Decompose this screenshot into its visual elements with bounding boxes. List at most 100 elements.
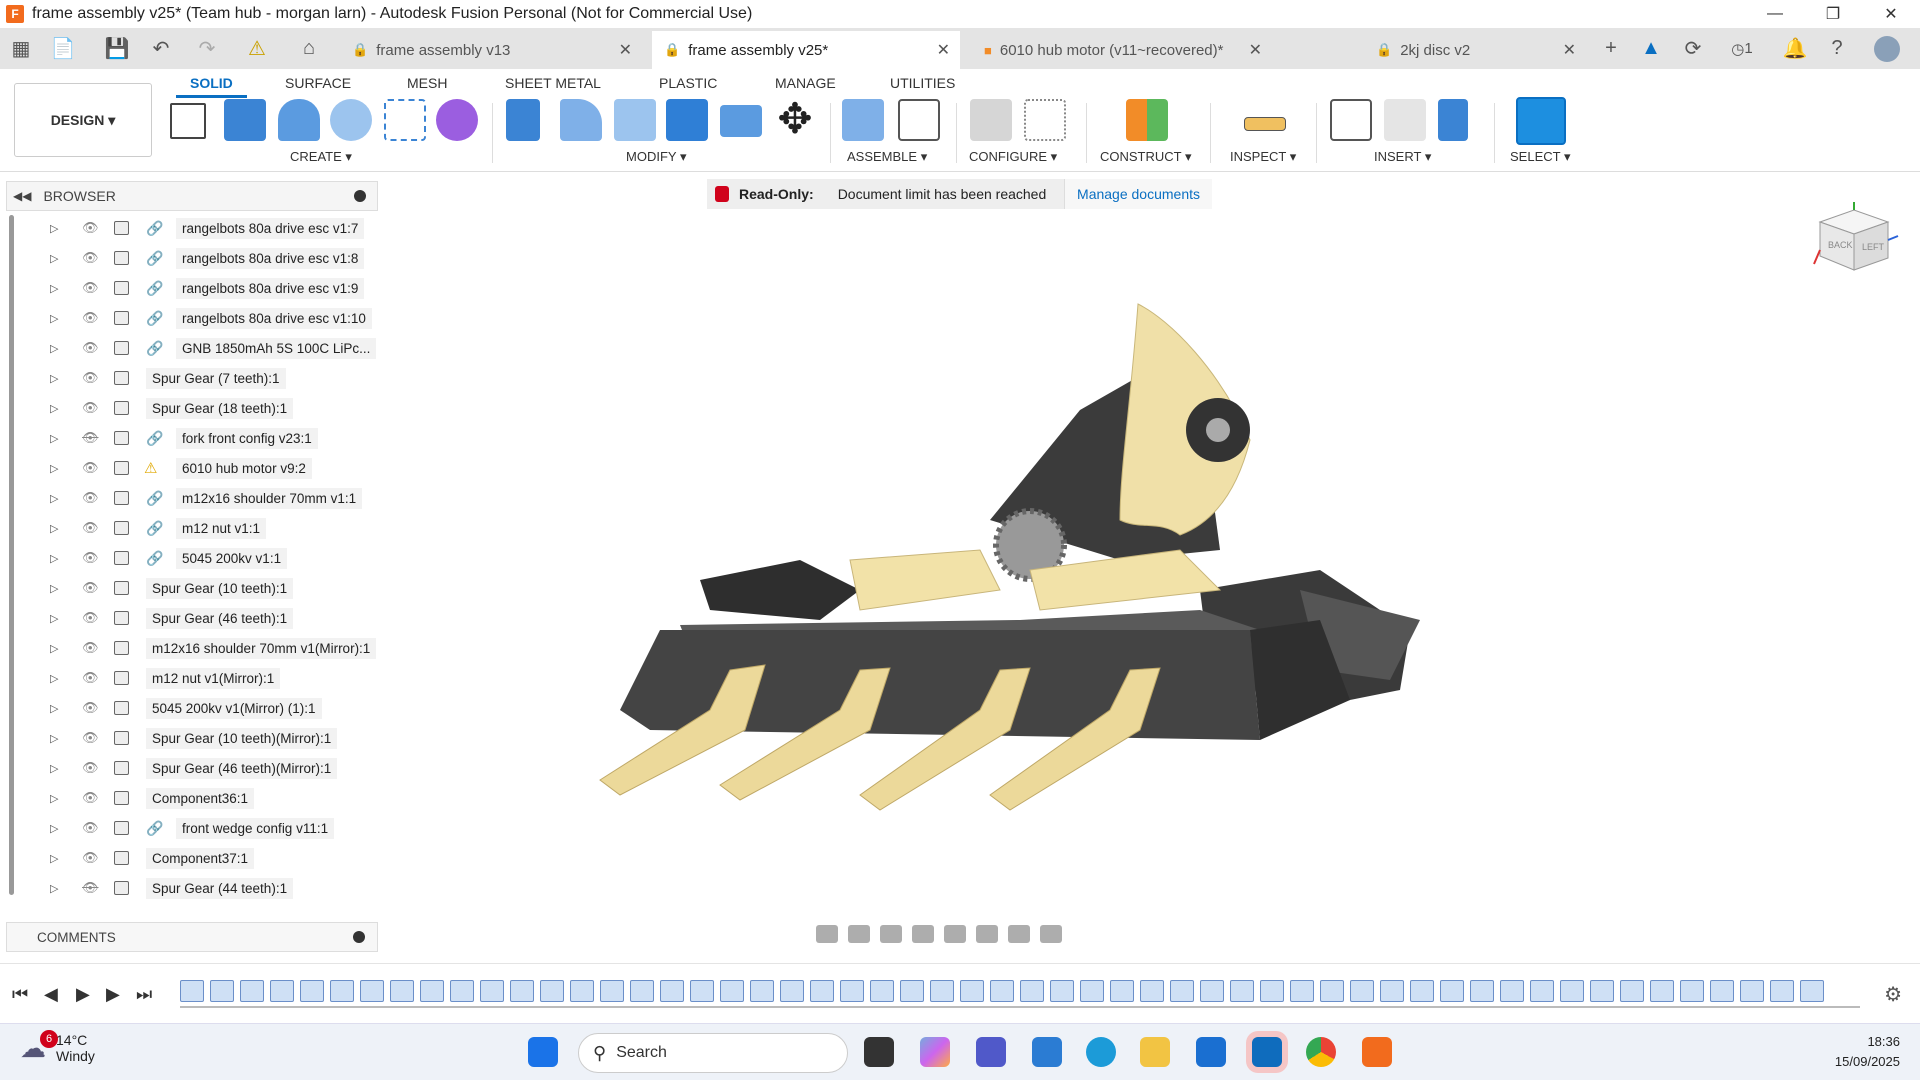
timeline-feature[interactable]: [1110, 980, 1134, 1002]
insert-derive-icon[interactable]: [1330, 99, 1372, 141]
expand-arrow-icon[interactable]: ▷: [50, 792, 58, 805]
viewports-icon[interactable]: [1040, 925, 1062, 943]
press-pull-icon[interactable]: [506, 99, 540, 141]
outlook-icon[interactable]: [1252, 1037, 1282, 1067]
timeline-track[interactable]: [180, 1006, 1860, 1008]
hole-icon[interactable]: [330, 99, 372, 141]
timeline-feature[interactable]: [300, 980, 324, 1002]
undo-icon[interactable]: ↶: [144, 32, 178, 66]
expand-arrow-icon[interactable]: ▷: [50, 582, 58, 595]
expand-arrow-icon[interactable]: ▷: [50, 852, 58, 865]
timeline-feature[interactable]: [540, 980, 564, 1002]
browser-item[interactable]: ▷ 👁 🔗 rangelbots 80a drive esc v1:8: [6, 245, 378, 271]
browser-item[interactable]: ▷ 👁 Spur Gear (46 teeth):1: [6, 605, 378, 631]
timeline-feature[interactable]: [870, 980, 894, 1002]
step-back-icon[interactable]: ◀: [44, 984, 58, 1005]
expand-arrow-icon[interactable]: ▷: [50, 342, 58, 355]
tab-surface[interactable]: SURFACE: [285, 75, 351, 91]
timeline-feature[interactable]: [840, 980, 864, 1002]
timeline-feature[interactable]: [930, 980, 954, 1002]
expand-arrow-icon[interactable]: ▷: [50, 882, 58, 895]
close-tab-icon[interactable]: ✕: [1249, 40, 1262, 60]
expand-arrow-icon[interactable]: ▷: [50, 552, 58, 565]
visibility-icon[interactable]: 👁: [82, 640, 99, 656]
browser-item[interactable]: ▷ 👁 Spur Gear (7 teeth):1: [6, 365, 378, 391]
visibility-icon[interactable]: 👁: [82, 220, 99, 236]
hidden-icon[interactable]: 👁: [82, 430, 99, 446]
timeline-feature[interactable]: [360, 980, 384, 1002]
doc-tab-2[interactable]: 🔒 frame assembly v25* ✕: [652, 31, 960, 69]
tab-plastic[interactable]: PLASTIC: [659, 75, 717, 91]
browser-item[interactable]: ▷ 👁 🔗 5045 200kv v1:1: [6, 545, 378, 571]
timeline-feature[interactable]: [180, 980, 204, 1002]
browser-item[interactable]: ▷ 👁 🔗 rangelbots 80a drive esc v1:9: [6, 275, 378, 301]
timeline-feature[interactable]: [1170, 980, 1194, 1002]
tab-mesh[interactable]: MESH: [407, 75, 447, 91]
visibility-icon[interactable]: 👁: [82, 460, 99, 476]
apps-grid-icon[interactable]: ▦: [4, 32, 38, 66]
browser-item[interactable]: ▷ 👁 🔗 rangelbots 80a drive esc v1:10: [6, 305, 378, 331]
browser-item[interactable]: ▷ 👁 m12x16 shoulder 70mm v1(Mirror):1: [6, 635, 378, 661]
visibility-icon[interactable]: 👁: [82, 610, 99, 626]
expand-arrow-icon[interactable]: ▷: [50, 612, 58, 625]
expand-arrow-icon[interactable]: ▷: [50, 672, 58, 685]
model-viewport[interactable]: [560, 290, 1440, 850]
timeline-feature[interactable]: [1320, 980, 1344, 1002]
expand-arrow-icon[interactable]: ▷: [50, 432, 58, 445]
assemble-group-label[interactable]: ASSEMBLE ▾: [847, 149, 927, 165]
browser-item[interactable]: ▷ 👁 Spur Gear (46 teeth)(Mirror):1: [6, 755, 378, 781]
close-tab-icon[interactable]: ✕: [619, 40, 632, 60]
timeline-feature[interactable]: [1230, 980, 1254, 1002]
file-explorer-icon[interactable]: [1140, 1037, 1170, 1067]
configure-group-label[interactable]: CONFIGURE ▾: [969, 149, 1057, 165]
close-tab-icon[interactable]: ✕: [1563, 40, 1576, 60]
joint-icon[interactable]: [898, 99, 940, 141]
expand-arrow-icon[interactable]: ▷: [50, 312, 58, 325]
timeline-feature[interactable]: [1800, 980, 1824, 1002]
modify-group-label[interactable]: MODIFY ▾: [626, 149, 686, 165]
tab-utilities[interactable]: UTILITIES: [890, 75, 955, 91]
tab-manage[interactable]: MANAGE: [775, 75, 836, 91]
visibility-icon[interactable]: 👁: [82, 280, 99, 296]
play-icon[interactable]: ▶: [76, 984, 90, 1005]
file-menu-icon[interactable]: 📄: [46, 32, 80, 66]
timeline-feature[interactable]: [1140, 980, 1164, 1002]
collapse-panel-icon[interactable]: ◀◀: [13, 189, 31, 203]
weather-widget[interactable]: ☁ 6 14°C Windy: [20, 1030, 95, 1064]
expand-arrow-icon[interactable]: ▷: [50, 492, 58, 505]
timeline-feature[interactable]: [690, 980, 714, 1002]
expand-arrow-icon[interactable]: ▷: [50, 252, 58, 265]
save-icon[interactable]: 💾: [100, 32, 134, 66]
browser-item[interactable]: ▷ 👁 ⚠ 6010 hub motor v9:2: [6, 455, 378, 481]
edge-icon[interactable]: [1086, 1037, 1116, 1067]
timeline-feature[interactable]: [1680, 980, 1704, 1002]
go-to-start-icon[interactable]: ⏮: [12, 984, 28, 1005]
browser-item[interactable]: ▷ 👁 Spur Gear (44 teeth):1: [6, 875, 378, 901]
browser-item[interactable]: ▷ 👁 🔗 rangelbots 80a drive esc v1:7: [6, 215, 378, 241]
timeline-feature[interactable]: [420, 980, 444, 1002]
create-sketch-icon[interactable]: [170, 103, 206, 139]
comments-panel[interactable]: COMMENTS: [6, 922, 378, 952]
timeline-feature[interactable]: [480, 980, 504, 1002]
visibility-icon[interactable]: 👁: [82, 760, 99, 776]
inspect-group-label[interactable]: INSPECT ▾: [1230, 149, 1296, 165]
visibility-icon[interactable]: 👁: [82, 340, 99, 356]
timeline-feature[interactable]: [1530, 980, 1554, 1002]
timeline-feature[interactable]: [450, 980, 474, 1002]
task-view-icon[interactable]: [864, 1037, 894, 1067]
timeline-feature[interactable]: [330, 980, 354, 1002]
fusion-taskbar-icon[interactable]: [1362, 1037, 1392, 1067]
select-icon[interactable]: [1516, 97, 1566, 145]
visibility-icon[interactable]: 👁: [82, 730, 99, 746]
visibility-icon[interactable]: 👁: [82, 490, 99, 506]
browser-item[interactable]: ▷ 👁 🔗 m12x16 shoulder 70mm v1:1: [6, 485, 378, 511]
teams-icon[interactable]: [976, 1037, 1006, 1067]
timeline-feature[interactable]: [390, 980, 414, 1002]
doc-tab-1[interactable]: 🔒 frame assembly v13 ✕: [340, 31, 642, 69]
chamfer-icon[interactable]: [614, 99, 656, 141]
new-component-icon[interactable]: [842, 99, 884, 141]
expand-arrow-icon[interactable]: ▷: [50, 282, 58, 295]
visibility-icon[interactable]: 👁: [82, 580, 99, 596]
timeline-feature[interactable]: [630, 980, 654, 1002]
timeline-feature[interactable]: [1260, 980, 1284, 1002]
